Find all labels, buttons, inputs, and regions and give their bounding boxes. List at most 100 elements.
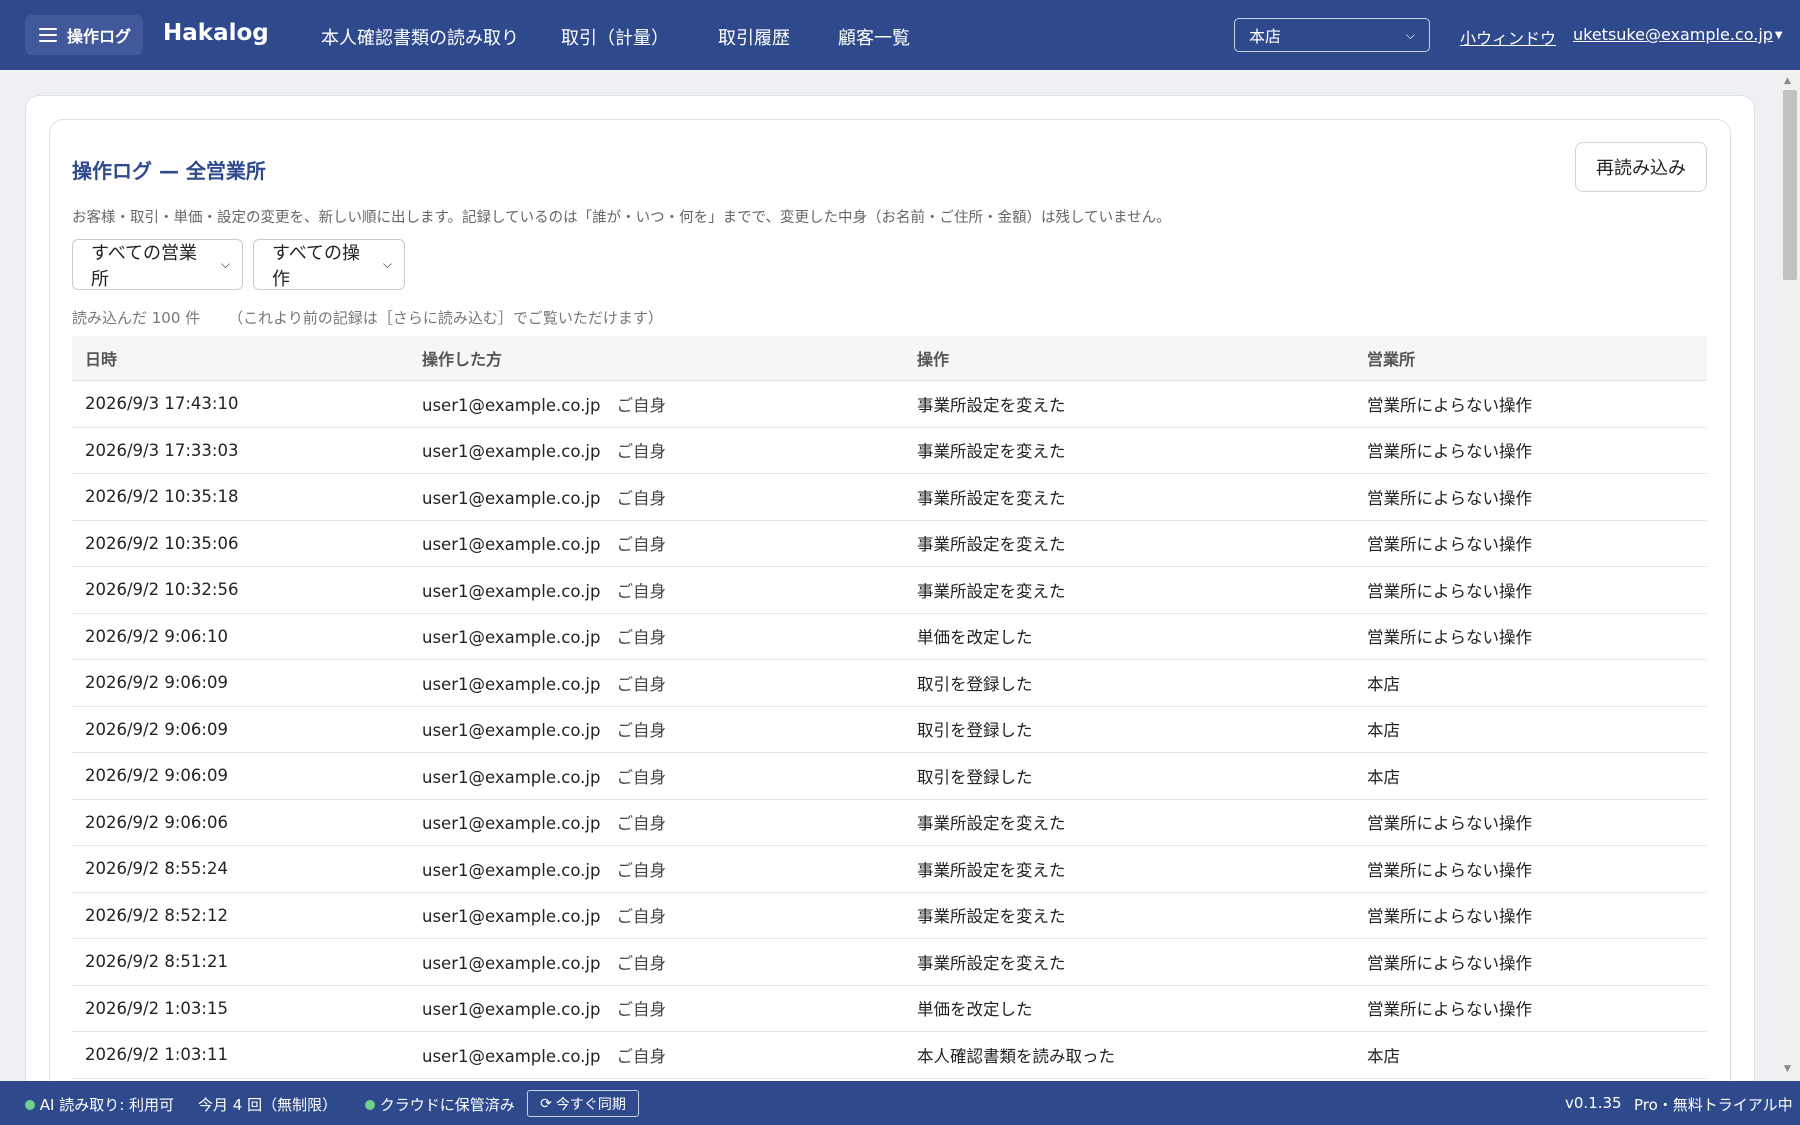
plan-text: Pro・無料トライアル中 [1634, 1096, 1793, 1114]
cell-user: user1@example.co.jp ご自身 [409, 1043, 904, 1067]
nav-transaction[interactable]: 取引（計量） [561, 24, 669, 50]
chevron-down-icon: ⌵ [220, 257, 230, 271]
cell-user: user1@example.co.jp ご自身 [409, 950, 904, 974]
record-count-text: 読み込んだ 100 件 [72, 309, 201, 327]
usage-text: 今月 4 回（無制限） [198, 1096, 338, 1114]
cell-action: 取引を登録した [917, 674, 1033, 694]
menu-button[interactable]: 操作ログ [25, 15, 143, 55]
cloud-status-text: クラウドに保管済み [379, 1096, 515, 1114]
cell-datetime: 2026/9/2 1:03:11 [85, 1045, 228, 1065]
cell-user: user1@example.co.jp ご自身 [409, 671, 904, 695]
ai-status-text: AI 読み取り: 利用可 [39, 1096, 175, 1114]
user-email: user1@example.co.jp [422, 535, 601, 555]
cell-office: 営業所によらない操作 [1367, 953, 1532, 973]
table-body: 2026/9/3 17:43:10 user1@example.co.jp ご自身事… [72, 381, 1707, 1079]
cell-office: 営業所によらない操作 [1367, 1000, 1532, 1020]
user-email: user1@example.co.jp [422, 907, 601, 927]
cell-action: 事業所設定を変えた [917, 953, 1066, 973]
action-filter-select[interactable]: すべての操作 ⌵ [253, 239, 405, 290]
cell-datetime: 2026/9/2 10:32:56 [85, 580, 239, 600]
description: お客様・取引・単価・設定の変更を、新しい順に出します。記録しているのは「誰が・い… [72, 210, 1171, 226]
user-email: user1@example.co.jp [422, 953, 601, 973]
self-badge: ご自身 [616, 488, 666, 508]
sync-now-label: 今すぐ同期 [555, 1096, 626, 1113]
user-email: user1@example.co.jp [422, 628, 601, 648]
self-badge: ご自身 [616, 953, 666, 973]
self-badge: ご自身 [616, 674, 666, 694]
user-email: user1@example.co.jp [422, 674, 601, 694]
self-badge: ご自身 [616, 581, 666, 601]
table-row: 2026/9/3 17:43:10 user1@example.co.jp ご自身 事… [72, 381, 1707, 428]
cell-user: user1@example.co.jp ご自身 [409, 764, 904, 788]
cell-user: user1@example.co.jp ご自身 [409, 485, 904, 509]
scroll-up-arrow-icon[interactable]: ▲ [1784, 76, 1791, 86]
self-badge: ご自身 [616, 535, 666, 555]
self-badge: ご自身 [616, 721, 666, 741]
nav-history[interactable]: 取引履歴 [718, 24, 790, 50]
table-row: 2026/9/2 10:35:06 user1@example.co.jp ご自身 事… [72, 521, 1707, 567]
cell-datetime: 2026/9/3 17:33:03 [85, 440, 239, 460]
status-dot-icon [365, 1100, 375, 1110]
record-count: 読み込んだ 100 件 （これより前の記録は［さらに読み込む］でご覧いただけます） [72, 307, 663, 328]
cell-datetime: 2026/9/2 9:06:09 [85, 719, 228, 739]
table-row: 2026/9/2 10:32:56 user1@example.co.jp ご自身 事… [72, 567, 1707, 614]
office-filter-select[interactable]: すべての営業所 ⌵ [72, 239, 243, 290]
table-row: 2026/9/2 9:06:09 user1@example.co.jp ご自身 取引… [72, 660, 1707, 707]
chevron-down-icon: ⌵ [1405, 27, 1415, 42]
table-row: 2026/9/2 8:51:21 user1@example.co.jp ご自身 事業… [72, 939, 1707, 986]
user-email: user1@example.co.jp [422, 814, 601, 834]
cell-action: 事業所設定を変えた [917, 442, 1066, 462]
cell-office: 本店 [1367, 721, 1400, 741]
col-header-action: 操作 [917, 350, 950, 369]
cell-datetime: 2026/9/2 8:52:12 [85, 905, 228, 925]
self-badge: ご自身 [616, 1000, 666, 1020]
cell-office: 営業所によらない操作 [1367, 488, 1532, 508]
nav-customers[interactable]: 顧客一覧 [838, 24, 910, 50]
self-badge: ご自身 [616, 767, 666, 787]
cell-office: 本店 [1367, 1046, 1400, 1066]
cell-datetime: 2026/9/2 10:35:06 [85, 533, 239, 553]
user-email: user1@example.co.jp [422, 442, 601, 462]
cell-office: 営業所によらない操作 [1367, 814, 1532, 834]
cell-office: 営業所によらない操作 [1367, 581, 1532, 601]
status-bar: AI 読み取り: 利用可 今月 4 回（無制限） クラウドに保管済み ⟳ 今すぐ… [0, 1081, 1800, 1125]
self-badge: ご自身 [616, 814, 666, 834]
small-window-link[interactable]: 小ウィンドウ [1460, 25, 1556, 49]
cell-office: 営業所によらない操作 [1367, 628, 1532, 648]
cell-action: 単価を改定した [917, 1000, 1033, 1020]
version-text: v0.1.35 [1565, 1094, 1622, 1112]
cell-user: user1@example.co.jp ご自身 [409, 903, 904, 927]
table-row: 2026/9/3 17:33:03 user1@example.co.jp ご自身 事… [72, 428, 1707, 474]
brand-logo[interactable]: Hakalog [163, 20, 269, 46]
table-row: 2026/9/2 9:06:10 user1@example.co.jp ご自身 単価… [72, 614, 1707, 660]
log-table: 日時 操作した方 操作 営業所 2026/9/3 17:43:10 user1@e… [72, 336, 1707, 1079]
col-header-datetime: 日時 [85, 350, 118, 369]
user-email: user1@example.co.jp [422, 767, 601, 787]
scroll-down-arrow-icon[interactable]: ▼ [1784, 1064, 1791, 1074]
store-select[interactable]: 本店 ⌵ [1234, 18, 1430, 52]
user-menu[interactable]: uketsuke@example.co.jp ▼ [1573, 25, 1783, 44]
table-row: 2026/9/2 9:06:06 user1@example.co.jp ご自身 事業… [72, 800, 1707, 846]
user-email: uketsuke@example.co.jp [1573, 25, 1773, 44]
cell-action: 事業所設定を変えた [917, 581, 1066, 601]
scrollbar-thumb[interactable] [1783, 90, 1797, 280]
store-select-value: 本店 [1249, 27, 1282, 46]
cell-datetime: 2026/9/2 8:55:24 [85, 859, 228, 879]
menu-label: 操作ログ [67, 27, 132, 46]
sync-now-button[interactable]: ⟳ 今すぐ同期 [527, 1090, 639, 1117]
cell-action: 事業所設定を変えた [917, 395, 1066, 415]
cell-datetime: 2026/9/2 9:06:09 [85, 766, 228, 786]
reload-button[interactable]: 再読み込み [1575, 142, 1707, 192]
cell-action: 事業所設定を変えた [917, 814, 1066, 834]
cell-action: 事業所設定を変えた [917, 907, 1066, 927]
self-badge: ご自身 [616, 442, 666, 462]
user-email: user1@example.co.jp [422, 488, 601, 508]
cell-office: 営業所によらない操作 [1367, 907, 1532, 927]
cell-action: 単価を改定した [917, 628, 1033, 648]
user-email: user1@example.co.jp [422, 721, 601, 741]
nav-id-reading[interactable]: 本人確認書類の読み取り [321, 24, 519, 50]
cloud-status: クラウドに保管済み [365, 1094, 515, 1115]
table-row: 2026/9/2 8:52:12 user1@example.co.jp ご自身 事業… [72, 893, 1707, 939]
cell-datetime: 2026/9/2 8:51:21 [85, 952, 228, 972]
cell-user: user1@example.co.jp ご自身 [409, 438, 904, 462]
